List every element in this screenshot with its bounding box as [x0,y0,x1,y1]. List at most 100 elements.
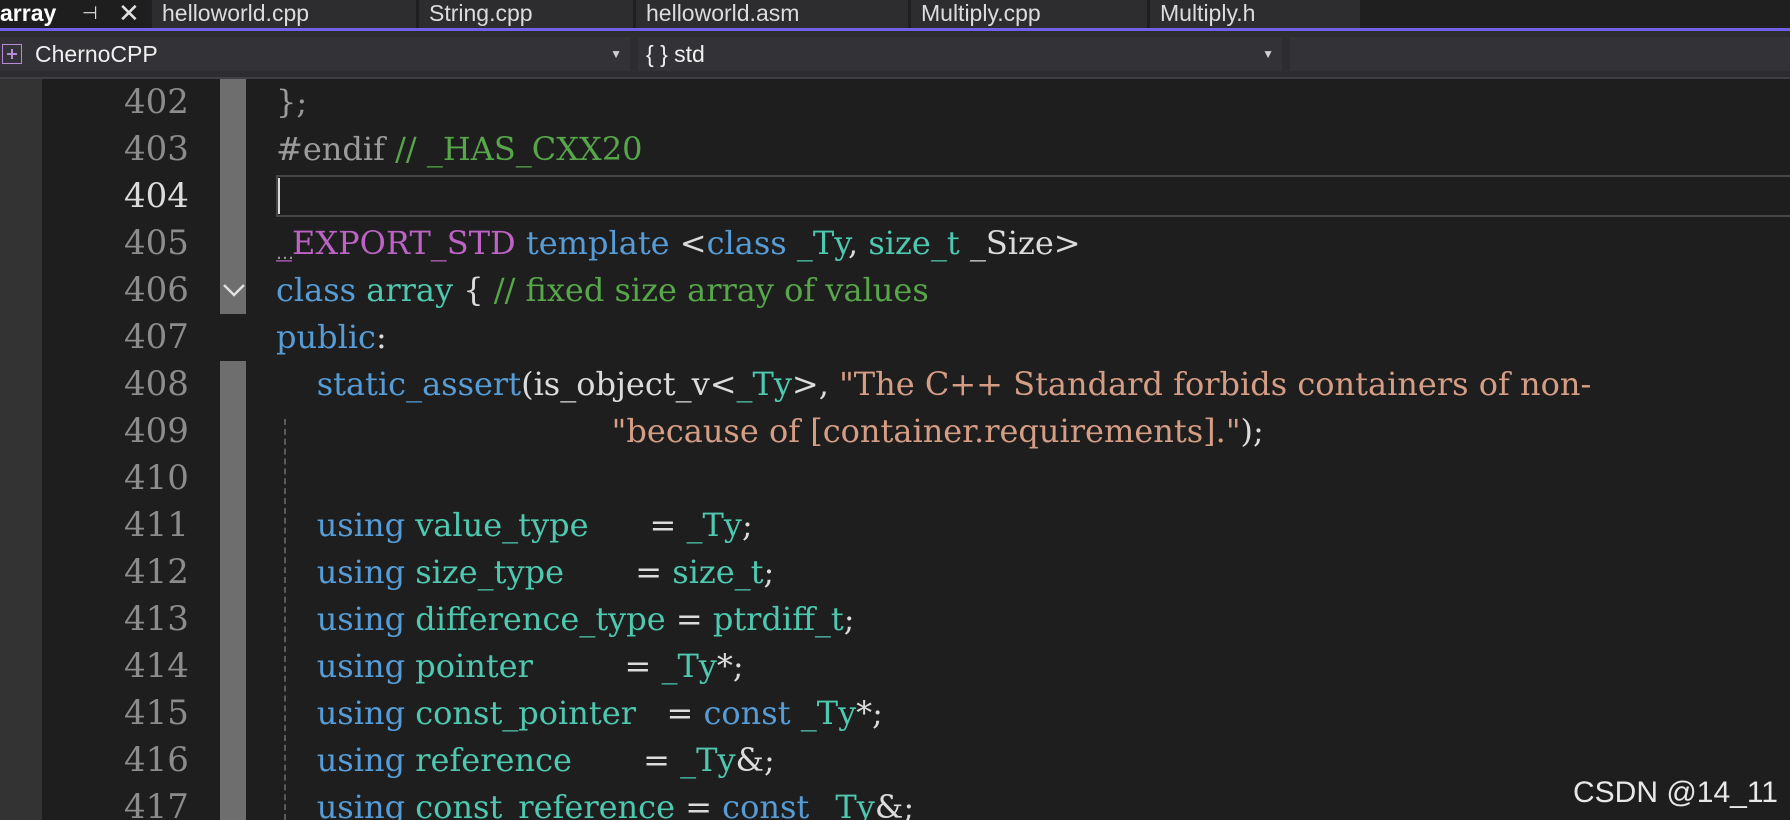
code-token: const_reference [415,788,676,820]
scope-name: { } std [646,41,705,67]
code-line[interactable]: }; [276,79,307,126]
code-token: template [525,224,670,262]
code-line[interactable]: static_assert(is_object_v<_Ty>, "The C++… [276,361,1592,408]
tab-helloworld-cpp[interactable]: helloworld.cpp [152,0,416,28]
chevron-down-icon: ▼ [1262,47,1274,61]
code-line[interactable]: using value_type = _Ty; [276,502,753,549]
indicator-margin [0,79,42,820]
code-token: &; [735,741,775,779]
code-token: }; [276,83,308,121]
code-token: using [316,788,406,820]
code-line[interactable]: class array { // fixed size array of val… [276,267,929,314]
code-line[interactable]: using reference = _Ty&; [276,737,775,784]
code-line[interactable]: using const_pointer = const _Ty*; [276,690,883,737]
code-token: ; [763,553,775,591]
line-number: 414 [124,646,189,686]
code-line[interactable]: using size_type = size_t; [276,549,775,596]
navigation-bar: ChernoCPP ▼ { } std ▼ [0,31,1790,79]
tab-label: Multiply.cpp [921,0,1041,26]
member-dropdown[interactable] [1290,37,1790,71]
tab-label: Multiply.h [1160,0,1256,26]
tab-label: helloworld.asm [646,0,800,26]
code-line[interactable]: #endif // _HAS_CXX20 [276,126,643,173]
tab-array[interactable]: array ⊣ ✕ [0,0,146,28]
code-line[interactable]: using difference_type = ptrdiff_t; [276,596,855,643]
pin-icon[interactable]: ⊣ [82,0,98,26]
code-token: _Ty [661,647,717,685]
text-caret [278,178,280,214]
tab-string-cpp[interactable]: String.cpp [419,0,633,28]
code-token: class [276,271,357,309]
code-token: = [532,647,662,685]
code-token: (is_object_v< [521,365,737,403]
code-token: , [848,224,869,262]
code-token: = [675,788,723,820]
line-number: 415 [124,693,189,733]
code-line[interactable]: public: [276,314,387,361]
code-token: using [316,506,406,544]
change-bar-gap [220,314,246,361]
line-number: 407 [124,317,189,357]
tab-multiply-cpp[interactable]: Multiply.cpp [911,0,1147,28]
code-token: const_pointer [415,694,636,732]
code-line[interactable]: "because of [container.requirements]."); [276,408,1264,455]
code-token: ; [843,600,855,638]
tab-multiply-h[interactable]: Multiply.h [1150,0,1360,28]
code-token: class [706,224,787,262]
code-token: = [564,553,673,591]
code-token: : [375,318,387,356]
tab-helloworld-asm[interactable]: helloworld.asm [636,0,908,28]
code-token: = [588,506,687,544]
line-number: 416 [124,740,189,780]
code-token: array [366,271,454,309]
code-token: _EXPORT_STD [276,224,516,262]
line-number: 405 [124,223,189,263]
tab-label: String.cpp [429,0,533,26]
code-token: static_assert [316,365,522,403]
code-token: // fixed size array of values [493,271,929,309]
line-number: 417 [124,787,189,820]
scope-dropdown[interactable]: { } std ▼ [638,37,1282,71]
fold-chevron-icon[interactable] [219,275,249,305]
code-line[interactable]: using const_reference = const _Ty&; [276,784,914,820]
line-number: 411 [124,505,189,545]
line-number-margin: 402 403 404 405 406 407 408 409 410 411 412 413 414 4… [42,79,218,820]
code-token: value_type [415,506,589,544]
code-token: ptrdiff_t [712,600,844,638]
code-token: const [703,694,791,732]
line-number: 403 [124,129,189,169]
code-token: _Ty [819,788,875,820]
current-line-highlight [276,175,1790,217]
line-number: 413 [124,599,189,639]
code-token: using [316,553,406,591]
code-token: _Ty [796,224,849,262]
project-name: ChernoCPP [35,41,158,67]
code-token: "because of [container.requirements]." [611,412,1241,450]
close-icon[interactable]: ✕ [118,0,140,26]
code-token: *; [716,647,744,685]
code-editor[interactable]: 402 403 404 405 406 407 408 409 410 411 412 413 414 4… [0,79,1790,820]
code-token: = [635,694,704,732]
tab-label: array [0,0,57,26]
code-token: = [665,600,713,638]
project-dropdown[interactable]: ChernoCPP ▼ [0,37,630,71]
code-line[interactable]: _EXPORT_STD template <class _Ty, size_t … [276,220,1081,267]
code-line[interactable]: using pointer = _Ty*; [276,643,744,690]
code-token: _Ty [686,506,742,544]
code-token: ); [1240,412,1264,450]
watermark: CSDN @14_11 [1573,776,1778,809]
tab-label: helloworld.cpp [162,0,310,26]
code-token: { [453,271,494,309]
